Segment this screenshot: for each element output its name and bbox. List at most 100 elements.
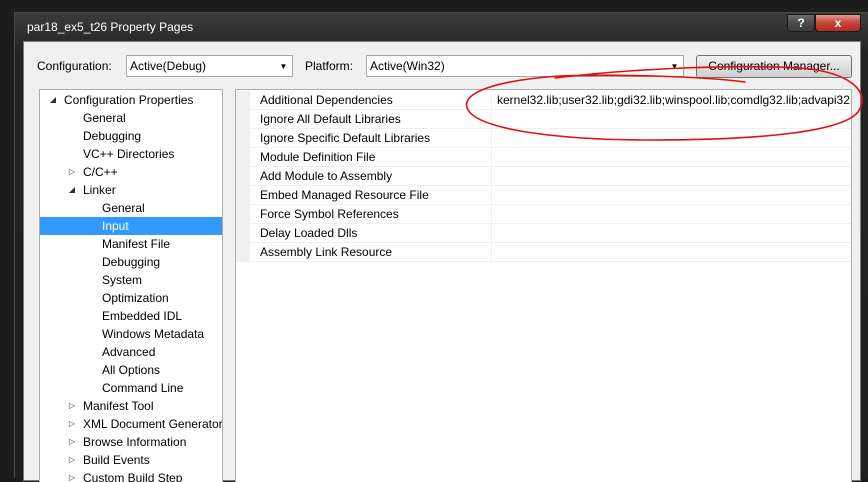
tree-item-label: XML Document Generator [83, 417, 223, 431]
property-value-cell[interactable] [491, 243, 851, 261]
collapse-arrow-icon[interactable]: ◢ [48, 91, 58, 109]
property-row[interactable]: Module Definition File [236, 148, 851, 167]
tree-item[interactable]: ◢ Configuration Properties [40, 91, 222, 109]
tree-item-label: Input [102, 219, 129, 233]
property-value-cell[interactable] [491, 186, 851, 204]
property-row[interactable]: Embed Managed Resource File [236, 186, 851, 205]
row-gutter [236, 167, 250, 185]
property-row[interactable]: Assembly Link Resource [236, 243, 851, 262]
tree-item[interactable]: ▷ Manifest Tool [40, 397, 222, 415]
configuration-label: Configuration: [37, 59, 112, 73]
tree-item-label: C/C++ [83, 165, 118, 179]
property-value-cell[interactable] [491, 110, 851, 128]
close-button[interactable]: x [815, 14, 861, 32]
property-value-cell[interactable]: kernel32.lib;user32.lib;gdi32.lib;winspo… [491, 91, 851, 109]
tree-item[interactable]: ▷ C/C++ [40, 163, 222, 181]
row-gutter [236, 129, 250, 147]
tree-item-label: VC++ Directories [83, 147, 175, 161]
property-name: Embed Managed Resource File [260, 188, 429, 202]
tree-item-label: Browse Information [83, 435, 187, 449]
platform-value: Active(Win32) [370, 59, 445, 73]
expand-arrow-icon[interactable]: ▷ [67, 469, 77, 482]
tree-item-label: Manifest Tool [83, 399, 154, 413]
tree-item-label: Debugging [83, 129, 142, 143]
property-name: Delay Loaded Dlls [260, 226, 358, 240]
tree-item[interactable]: Embedded IDL [40, 307, 222, 325]
expand-arrow-icon[interactable]: ▷ [67, 433, 77, 451]
expand-arrow-icon[interactable]: ▷ [67, 451, 77, 469]
tree-item-label: Optimization [102, 291, 169, 305]
tree-item-label: General [83, 111, 126, 125]
tree-item[interactable]: ▷ Custom Build Step [40, 469, 222, 482]
expand-arrow-icon[interactable]: ▷ [67, 397, 77, 415]
property-value-cell[interactable] [491, 224, 851, 242]
row-gutter [236, 224, 250, 242]
close-icon: x [834, 16, 842, 30]
property-tree[interactable]: ◢ Configuration Properties General Debuggin… [39, 89, 223, 482]
row-gutter [236, 110, 250, 128]
property-name: Add Module to Assembly [260, 169, 393, 183]
tree-item-label: General [102, 201, 145, 215]
tree-item[interactable]: ▷ Browse Information [40, 433, 222, 451]
property-name: Ignore Specific Default Libraries [260, 131, 431, 145]
tree-item-label: Manifest File [102, 237, 171, 251]
tree-item[interactable]: Command Line [40, 379, 222, 397]
property-name: Module Definition File [260, 150, 376, 164]
tree-item[interactable]: System [40, 271, 222, 289]
configuration-manager-button[interactable]: Configuration Manager... [696, 55, 852, 78]
window-title: par18_ex5_t26 Property Pages [27, 20, 194, 34]
tree-item[interactable]: Optimization [40, 289, 222, 307]
expand-arrow-icon[interactable]: ▷ [67, 163, 77, 181]
tree-item-label: Custom Build Step [83, 471, 183, 482]
tree-item[interactable]: Manifest File [40, 235, 222, 253]
tree-item-label: Build Events [83, 453, 150, 467]
property-name: Ignore All Default Libraries [260, 112, 401, 126]
tree-item[interactable]: General [40, 109, 222, 127]
collapse-arrow-icon[interactable]: ◢ [67, 181, 77, 199]
property-value: kernel32.lib;user32.lib;gdi32.lib;winspo… [497, 93, 852, 107]
property-value-cell[interactable] [491, 205, 851, 223]
tree-item[interactable]: Advanced [40, 343, 222, 361]
property-row[interactable]: Ignore All Default Libraries [236, 110, 851, 129]
property-row[interactable]: Force Symbol References [236, 205, 851, 224]
tree-item-label: System [102, 273, 143, 287]
tree-item-label: All Options [102, 363, 161, 377]
tree-item[interactable]: VC++ Directories [40, 145, 222, 163]
property-value-cell[interactable] [491, 148, 851, 166]
platform-label: Platform: [305, 59, 354, 73]
property-row[interactable]: Additional Dependencies kernel32.lib;user… [236, 91, 851, 110]
tree-item-label: Advanced [102, 345, 156, 359]
tree-item[interactable]: Input [40, 217, 222, 235]
tree-item-label: Windows Metadata [102, 327, 205, 341]
tree-item[interactable]: ◢ Linker [40, 181, 222, 199]
dialog-client-area: Configuration: Active(Debug) ▼ Platform:… [23, 41, 861, 482]
property-grid[interactable]: Additional Dependencies kernel32.lib;user… [235, 89, 852, 482]
tree-item-label: Command Line [102, 381, 184, 395]
property-value-cell[interactable] [491, 129, 851, 147]
row-gutter [236, 205, 250, 223]
property-pages-window: par18_ex5_t26 Property Pages ? x Configu… [14, 12, 868, 482]
tree-item[interactable]: Debugging [40, 127, 222, 145]
tree-item-label: Debugging [102, 255, 161, 269]
chevron-down-icon: ▼ [279, 61, 288, 71]
title-bar[interactable]: par18_ex5_t26 Property Pages ? x [15, 13, 868, 41]
tree-item[interactable]: All Options [40, 361, 222, 379]
row-gutter [236, 243, 250, 261]
tree-item[interactable]: Windows Metadata [40, 325, 222, 343]
tree-item[interactable]: ▷ Build Events [40, 451, 222, 469]
configuration-dropdown[interactable]: Active(Debug) ▼ [126, 55, 293, 77]
tree-item[interactable]: Debugging [40, 253, 222, 271]
configuration-value: Active(Debug) [130, 59, 207, 73]
property-row[interactable]: Delay Loaded Dlls [236, 224, 851, 243]
help-button[interactable]: ? [787, 14, 815, 32]
property-value-cell[interactable] [491, 167, 851, 185]
platform-dropdown[interactable]: Active(Win32) ▼ [366, 55, 684, 77]
help-icon: ? [797, 16, 805, 30]
property-row[interactable]: Ignore Specific Default Libraries [236, 129, 851, 148]
tree-item-label: Linker [83, 183, 116, 197]
row-gutter [236, 186, 250, 204]
property-row[interactable]: Add Module to Assembly [236, 167, 851, 186]
tree-item[interactable]: General [40, 199, 222, 217]
tree-item[interactable]: ▷ XML Document Generator [40, 415, 222, 433]
expand-arrow-icon[interactable]: ▷ [67, 415, 77, 433]
